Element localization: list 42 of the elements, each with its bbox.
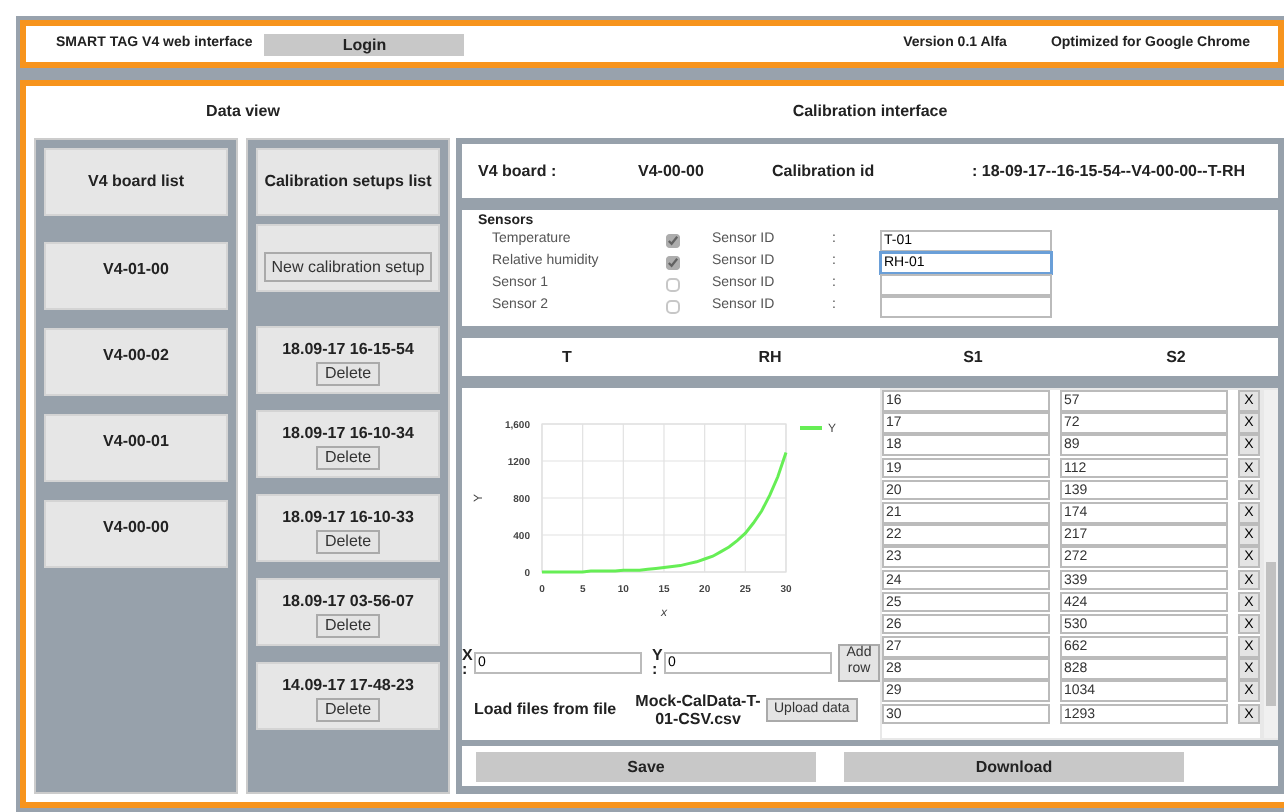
setup-date[interactable]: 18.09-17 03-56-07 <box>282 590 414 614</box>
list-header: Calibration setups list <box>256 148 440 216</box>
setup-date[interactable]: 18.09-17 16-10-34 <box>282 422 414 446</box>
checkbox[interactable] <box>666 234 680 248</box>
board-item[interactable]: V4-01-00 <box>44 242 228 310</box>
column-header: S2 <box>1164 345 1188 369</box>
y-label: Y : <box>652 648 662 677</box>
board-value: V4-00-00 <box>638 159 706 183</box>
board-item[interactable]: V4-00-02 <box>44 328 228 396</box>
sensor-id-field[interactable] <box>880 296 1052 318</box>
calibration-id-value: : 18-09-17--16-15-54--V4-00-00--T-RH <box>972 159 1245 183</box>
scroll-thumb[interactable] <box>1266 562 1276 706</box>
column-header: RH <box>756 345 784 369</box>
board-item[interactable]: V4-00-00 <box>44 500 228 568</box>
delete-button[interactable]: Delete <box>316 698 380 722</box>
delete-button[interactable]: Delete <box>316 614 380 638</box>
save-button[interactable]: Save <box>476 751 816 781</box>
file-name: Mock-CalData-T-01-CSV.csv <box>634 691 762 728</box>
scrollbar[interactable] <box>1264 390 1278 738</box>
checkbox[interactable] <box>666 300 680 314</box>
setup-date[interactable]: 14.09-17 17-48-23 <box>282 674 414 698</box>
load-files-label: Load files from file <box>474 697 619 722</box>
download-button[interactable]: Download <box>844 751 1184 781</box>
delete-button[interactable]: Delete <box>316 446 380 470</box>
delete-button[interactable]: Delete <box>316 362 380 386</box>
setup-date[interactable]: 18.09-17 16-10-33 <box>282 506 414 530</box>
x-label: X : <box>462 648 472 677</box>
column-header: S1 <box>961 345 985 369</box>
list-header: V4 board list <box>44 148 228 216</box>
checkbox[interactable] <box>666 278 680 292</box>
column-header: T <box>560 345 574 369</box>
calibration-id-label: Calibration id <box>772 159 877 183</box>
sensor-id-field[interactable] <box>880 274 1052 296</box>
section-title: Data view <box>206 100 280 124</box>
login-link[interactable]: Login <box>264 33 465 55</box>
section-title: Calibration interface <box>792 100 948 124</box>
delete-button[interactable]: Delete <box>316 530 380 554</box>
board-item[interactable]: V4-00-01 <box>44 414 228 482</box>
board-label: V4 board : <box>478 159 559 183</box>
new-setup-button[interactable]: New calibration setup <box>263 252 433 282</box>
checkbox[interactable] <box>666 256 680 270</box>
setup-date[interactable]: 18.09-17 16-15-54 <box>282 338 414 362</box>
